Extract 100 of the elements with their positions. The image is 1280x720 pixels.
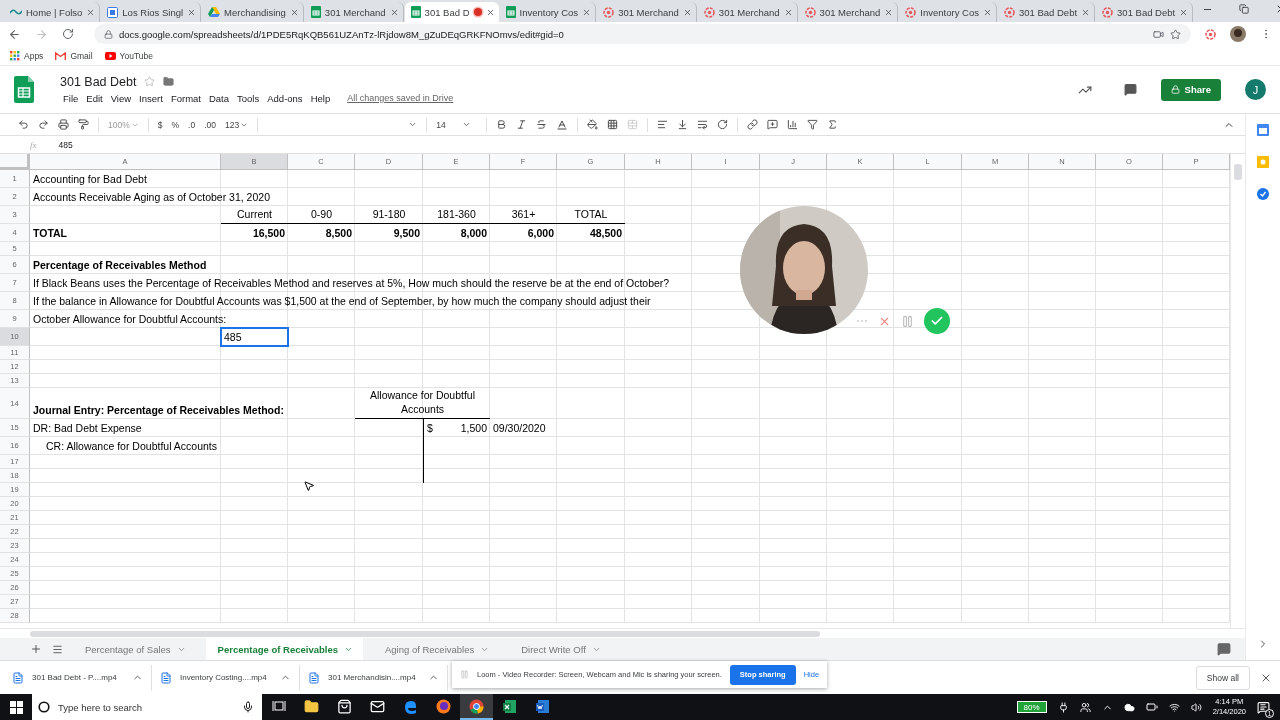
shopping-bag-icon[interactable]: [337, 698, 352, 714]
browser-tab[interactable]: Inventory Cos: [899, 2, 997, 22]
taskbar-app[interactable]: [460, 694, 493, 720]
comment-icon[interactable]: [1123, 83, 1137, 96]
close-icon[interactable]: [1179, 7, 1189, 17]
redo-icon[interactable]: [38, 119, 49, 130]
align-icon[interactable]: [656, 119, 668, 130]
close-icon[interactable]: [982, 7, 992, 17]
table-cell[interactable]: Accounting for Bad Debt: [30, 170, 1230, 188]
table-cell[interactable]: 6,000: [490, 224, 557, 242]
table-cell[interactable]: Percentage of Receivables Method: [30, 256, 1230, 274]
share-button[interactable]: Share: [1160, 78, 1221, 101]
close-icon[interactable]: [389, 7, 399, 17]
menu-item[interactable]: Insert: [136, 91, 166, 105]
bookmark[interactable]: Gmail: [55, 50, 93, 61]
active-cell[interactable]: 485: [221, 328, 288, 346]
table-cell[interactable]: 8,000: [423, 224, 490, 242]
menu-item[interactable]: Help: [307, 91, 334, 105]
avatar-icon[interactable]: [1230, 26, 1246, 42]
camera-icon[interactable]: [1153, 28, 1164, 40]
close-icon[interactable]: [582, 7, 592, 17]
close-icon[interactable]: [783, 7, 793, 17]
bold-icon[interactable]: [495, 119, 507, 130]
sheet-tab[interactable]: Percentage of Receivables: [205, 638, 363, 660]
mic-icon[interactable]: [242, 701, 254, 713]
browser-tab[interactable]: 301 Merchand: [304, 2, 404, 22]
increase-decimals-button[interactable]: .00: [204, 119, 216, 130]
edge-icon[interactable]: [403, 698, 418, 714]
table-cell[interactable]: CR: Allowance for Doubtful Accounts: [30, 437, 423, 455]
spreadsheet-app-icon[interactable]: [502, 698, 517, 714]
currency-button[interactable]: $: [157, 119, 163, 130]
windows-icon[interactable]: [9, 700, 23, 714]
strikethrough-icon[interactable]: [535, 119, 547, 130]
close-icon[interactable]: [485, 7, 495, 17]
browser-tab[interactable]: Inventory Cos: [499, 2, 597, 22]
chart-icon[interactable]: [786, 119, 798, 130]
scrollbar-thumb[interactable]: [30, 630, 820, 637]
formula-field[interactable]: 485: [58, 139, 73, 150]
sheet-tab[interactable]: Direct Write Off: [509, 638, 611, 660]
rotate-icon[interactable]: [716, 119, 728, 130]
star-icon[interactable]: [144, 76, 156, 87]
close-icon[interactable]: [289, 7, 299, 17]
folder-icon[interactable]: [304, 698, 319, 714]
menu-item[interactable]: View: [107, 91, 135, 105]
table-cell[interactable]: 8,500: [288, 224, 355, 242]
browser-tab[interactable]: Home | Folso: [4, 2, 101, 22]
table-cell[interactable]: Accounts Receivable Aging as of October 31, 2020: [30, 188, 1230, 206]
search-field[interactable]: Type here to search: [32, 694, 262, 720]
wifi-icon[interactable]: [1168, 701, 1180, 713]
close-icon[interactable]: [884, 7, 894, 17]
percent-button[interactable]: %: [171, 119, 180, 130]
notification-icon[interactable]: [1257, 700, 1270, 714]
menu-item[interactable]: Format: [167, 91, 204, 105]
bookmark[interactable]: YouTube: [104, 50, 153, 61]
firefox-icon[interactable]: [436, 698, 451, 714]
browser-tab[interactable]: Los Rios Singl: [101, 2, 202, 22]
cloud-icon[interactable]: [1123, 701, 1135, 713]
bookmark[interactable]: Apps: [10, 50, 44, 61]
browser-tab[interactable]: 301 Merchand: [697, 2, 798, 22]
add-comment-icon[interactable]: [766, 119, 778, 130]
chrome-icon[interactable]: [469, 698, 484, 714]
download-item[interactable]: 301 Bad Debt - P....mp4: [4, 664, 152, 691]
vertical-align-icon[interactable]: [676, 119, 688, 130]
mail-icon[interactable]: [370, 698, 385, 714]
fill-color-icon[interactable]: [586, 119, 598, 130]
table-cell[interactable]: 16,500: [221, 224, 288, 242]
sheet-tab[interactable]: Aging of Receivables: [372, 638, 500, 660]
calendar-icon[interactable]: [1257, 124, 1269, 136]
close-icon[interactable]: [1081, 7, 1091, 17]
account-avatar[interactable]: J: [1245, 79, 1266, 100]
table-cell[interactable]: If Black Beans uses the Percentage of Receivables Method and reserves at 5%, How much should the reserve be at the end of October?: [30, 274, 1230, 292]
sigma-icon[interactable]: [826, 119, 838, 130]
close-icon[interactable]: [187, 7, 197, 17]
check-circle-icon[interactable]: [1257, 188, 1269, 200]
browser-tab[interactable]: 301 Merchand: [798, 2, 899, 22]
address-bar[interactable]: docs.google.com/spreadsheets/d/1PDE5RqKQB561UZAnTz-lRjdow8M_gZuDEqGRKFNOmvs/edit#gid=0: [94, 24, 1191, 44]
reload-icon[interactable]: [62, 28, 74, 40]
decrease-decimals-button[interactable]: .0: [188, 119, 196, 130]
text-color-icon[interactable]: [555, 118, 568, 131]
explore-icon[interactable]: [1217, 642, 1231, 656]
volume-icon[interactable]: [1190, 701, 1202, 713]
borders-icon[interactable]: [606, 119, 618, 130]
italic-icon[interactable]: [515, 119, 527, 130]
paint-format-icon[interactable]: [78, 119, 89, 130]
menu-item[interactable]: Data: [205, 91, 233, 105]
menu-item[interactable]: Edit: [83, 91, 106, 105]
font-size-dropdown[interactable]: 14: [436, 119, 477, 130]
sheet-list-icon[interactable]: [52, 643, 63, 655]
print-icon[interactable]: [58, 119, 69, 130]
table-cell[interactable]: 09/30/2020: [490, 419, 1230, 437]
sheet-tab[interactable]: Percentage of Sales: [73, 638, 196, 660]
filter-icon[interactable]: [806, 119, 818, 130]
add-sheet-icon[interactable]: [30, 643, 42, 655]
restore-icon[interactable]: [1239, 4, 1250, 14]
format-dropdown[interactable]: 123: [224, 119, 249, 130]
browser-tab[interactable]: 301 Bad D: [404, 2, 499, 22]
scrollbar-thumb[interactable]: [1234, 164, 1242, 180]
download-item[interactable]: 301 Merchandisin....mp4: [300, 664, 448, 691]
table-cell[interactable]: DR: Bad Debt Expense: [30, 419, 423, 437]
browser-tab[interactable]: Merchandising: [202, 2, 304, 22]
